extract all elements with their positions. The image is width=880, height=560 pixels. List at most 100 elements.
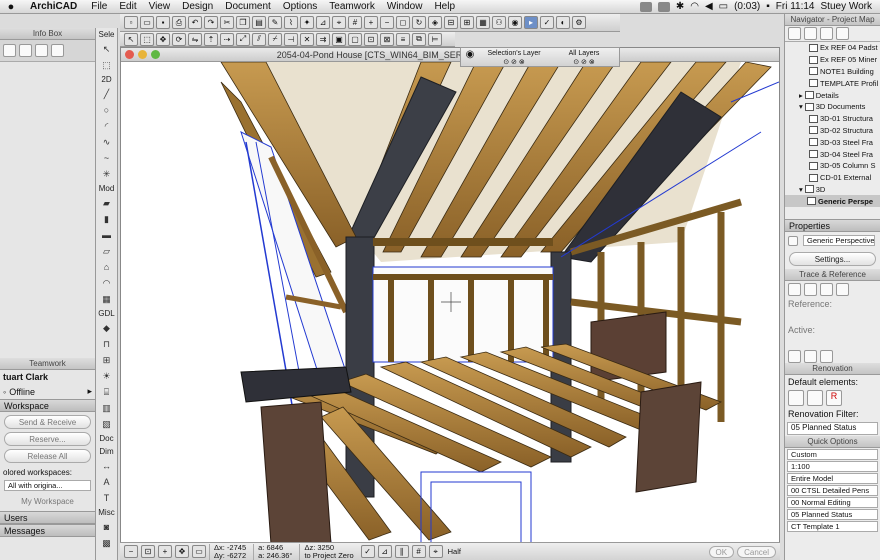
door-tool-icon[interactable]: ⊓ — [99, 337, 115, 351]
fit-icon[interactable]: ◻ — [396, 16, 410, 29]
reserve-button[interactable]: Reserve... — [4, 432, 91, 446]
teamwork-icon[interactable]: ⚇ — [492, 16, 506, 29]
menu-document[interactable]: Document — [219, 1, 277, 12]
intersect-icon[interactable]: ✕ — [300, 32, 314, 46]
user-menu[interactable]: Stuey Work — [821, 1, 873, 12]
window-titlebar[interactable]: 2054-04-Pond House [CTS_WIN64_BIM_SER — [121, 48, 779, 62]
dy-value[interactable]: -6272 — [227, 551, 246, 560]
orbit-icon[interactable]: ↻ — [412, 16, 426, 29]
zoom-out-icon[interactable]: − — [380, 16, 394, 29]
dimension-tool-icon[interactable]: ↔ — [99, 459, 115, 473]
section-icon[interactable]: ⊟ — [444, 16, 458, 29]
arrow-icon[interactable] — [51, 44, 64, 57]
elevate-icon[interactable]: ⇡ — [204, 32, 218, 46]
hotspot-tool-icon[interactable]: ✳ — [99, 167, 115, 181]
adjust-icon[interactable]: ⊣ — [284, 32, 298, 46]
group-icon[interactable]: ▣ — [332, 32, 346, 46]
release-all-button[interactable]: Release All — [4, 449, 91, 463]
properties-section[interactable]: Properties — [785, 219, 880, 233]
send-icon[interactable]: ▸ — [524, 16, 538, 29]
compare-icon[interactable] — [820, 349, 833, 363]
selections-layer-icons[interactable]: ⊙ ⊘ ⊗ — [479, 57, 549, 66]
arc-tool-icon[interactable]: ◜ — [99, 119, 115, 133]
send-receive-button[interactable]: Send & Receive — [4, 415, 91, 429]
tree-item[interactable]: Ex REF 04 Padst — [785, 42, 880, 54]
quick-option-pen-set[interactable]: 00 CTSL Detailed Pens — [787, 485, 878, 497]
trace-icon[interactable] — [788, 282, 801, 296]
publisher-icon[interactable] — [836, 27, 849, 40]
offset-icon[interactable]: ⇉ — [316, 32, 330, 46]
zoom-in-icon[interactable]: + — [364, 16, 378, 29]
delta-coordinates[interactable]: Δx: -2745 Δy: -6272 — [209, 543, 250, 560]
navigator-icon[interactable]: ▭ — [192, 545, 206, 558]
geometry-icon[interactable] — [35, 44, 48, 57]
minimize-icon[interactable] — [138, 50, 147, 59]
new-icon[interactable]: R — [826, 390, 842, 407]
cut-icon[interactable]: ✂ — [220, 16, 234, 29]
mesh-tool-icon[interactable]: ▦ — [99, 292, 115, 306]
quick-option-view[interactable]: Custom — [787, 449, 878, 461]
disclosure-icon[interactable]: ▸ — [799, 91, 803, 100]
wifi-icon[interactable]: ◠ — [690, 1, 699, 12]
apple-menu-icon[interactable]: ● — [0, 1, 22, 13]
menu-help[interactable]: Help — [428, 1, 461, 12]
camera-tool-icon[interactable]: ◙ — [99, 520, 115, 534]
spline-tool-icon[interactable]: ~ — [99, 151, 115, 165]
users-section[interactable]: Users — [0, 511, 95, 524]
pan-icon[interactable]: ✥ — [175, 545, 189, 558]
open-icon[interactable]: ▭ — [140, 16, 154, 29]
quick-option-renovation[interactable]: 05 Planned Status — [787, 509, 878, 521]
view-map-icon[interactable] — [804, 27, 817, 40]
wall-tool-icon[interactable]: ▰ — [99, 196, 115, 210]
bluetooth-icon[interactable]: ✱ — [676, 1, 684, 12]
angle-value[interactable]: 246.36° — [266, 551, 292, 560]
marquee-icon[interactable]: ⬚ — [140, 32, 154, 46]
tree-folder-details[interactable]: ▸ Details — [785, 89, 880, 101]
resize-icon[interactable]: ⤢ — [236, 32, 250, 46]
properties-name-field[interactable]: Generic Perspective — [803, 235, 875, 247]
colored-workspaces-select[interactable]: All with origina... — [4, 480, 91, 491]
demolish-icon[interactable] — [807, 390, 823, 407]
grid-icon[interactable]: # — [348, 16, 362, 29]
eyedropper-icon[interactable]: ✎ — [268, 16, 282, 29]
renovation-filter-select[interactable]: 05 Planned Status — [787, 422, 878, 436]
app-menu[interactable]: ArchiCAD — [22, 1, 85, 12]
close-icon[interactable] — [125, 50, 134, 59]
menu-design[interactable]: Design — [176, 1, 219, 12]
shell-tool-icon[interactable]: ◠ — [99, 276, 115, 290]
polar-coordinates[interactable]: a: 6846 a: 246.36° — [253, 543, 296, 560]
rotate-icon[interactable]: ⟳ — [172, 32, 186, 46]
redo-icon[interactable]: ↷ — [204, 16, 218, 29]
elevation-icon[interactable]: ⊞ — [460, 16, 474, 29]
building-3d-model[interactable] — [121, 62, 779, 544]
new-icon[interactable]: ▫ — [124, 16, 138, 29]
3d-viewport[interactable] — [121, 62, 779, 544]
tree-item[interactable]: 3D-04 Steel Fra — [785, 148, 880, 160]
settings-icon[interactable] — [19, 44, 32, 57]
quick-option-model-view[interactable]: 00 Normal Editing — [787, 497, 878, 509]
selections-layer-group[interactable]: Selection's Layer ⊙ ⊘ ⊗ — [479, 48, 549, 66]
lamp-tool-icon[interactable]: ☀ — [99, 369, 115, 383]
show-reference-icon[interactable] — [804, 282, 817, 296]
roof-tool-icon[interactable]: ⌂ — [99, 260, 115, 274]
object-tool-icon[interactable]: ◆ — [99, 321, 115, 335]
menu-view[interactable]: View — [143, 1, 177, 12]
print-icon[interactable]: ⎙ — [172, 16, 186, 29]
quick-option-template[interactable]: CT Template 1 — [787, 521, 878, 533]
tree-item[interactable]: CD-01 External — [785, 172, 880, 184]
align-icon[interactable]: ⊨ — [428, 32, 442, 46]
clock[interactable]: Fri 11:14 — [776, 1, 815, 12]
all-layers-icons[interactable]: ⊙ ⊘ ⊗ — [549, 57, 619, 66]
lock-icon[interactable]: ⊡ — [364, 32, 378, 46]
render-icon[interactable]: ◉ — [508, 16, 522, 29]
flag-icon[interactable]: ▪ — [766, 1, 770, 12]
save-icon[interactable]: ▪ — [156, 16, 170, 29]
relative-construction-icon[interactable]: ⊿ — [377, 545, 392, 558]
cancel-button[interactable]: Cancel — [737, 545, 776, 558]
swap-icon[interactable] — [804, 349, 817, 363]
mark-icon[interactable]: ✓ — [540, 16, 554, 29]
reference-slider[interactable] — [785, 311, 880, 323]
palette-icon[interactable]: ◐ — [556, 16, 570, 29]
fit-window-icon[interactable]: ⊡ — [141, 545, 155, 558]
menu-options[interactable]: Options — [277, 1, 323, 12]
